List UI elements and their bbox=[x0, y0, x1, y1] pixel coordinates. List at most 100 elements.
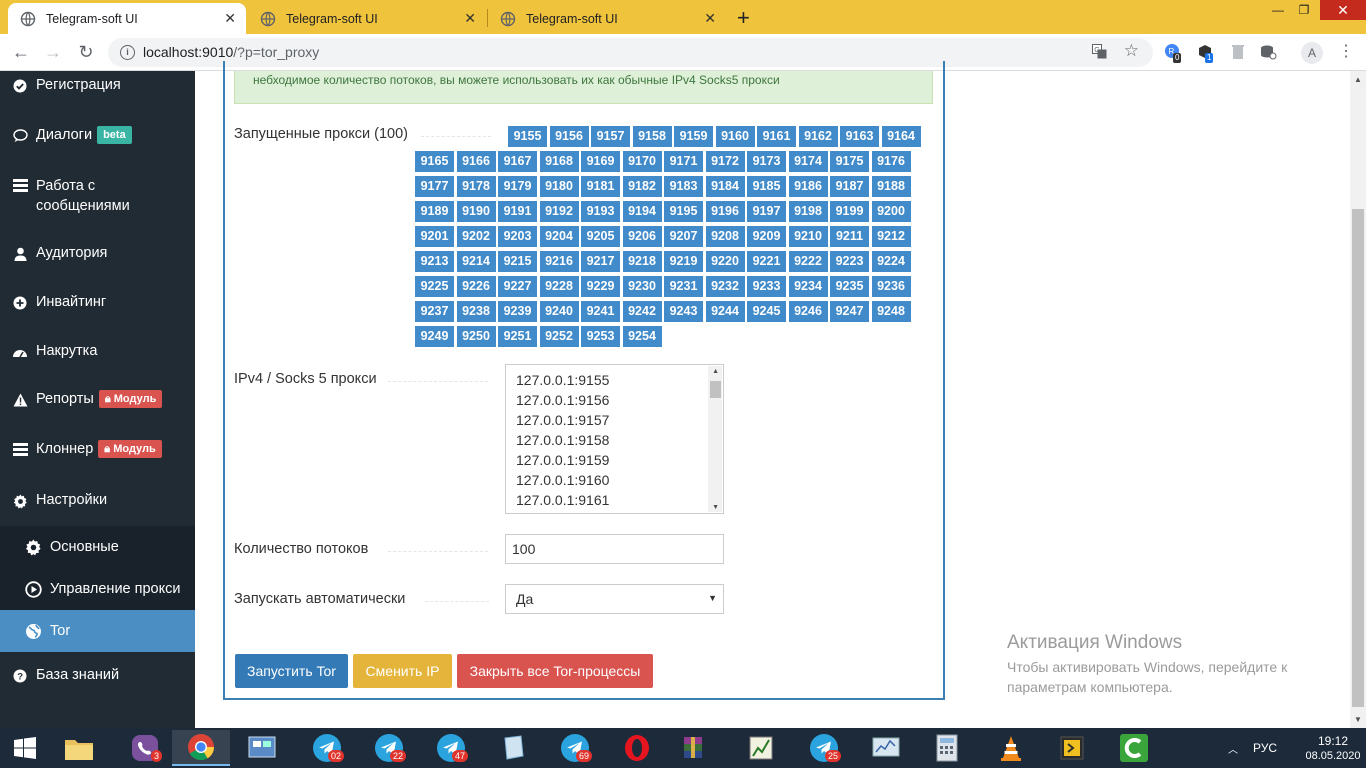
trash-extension-icon[interactable] bbox=[1229, 43, 1247, 61]
sidebar-subitem-proxy-management[interactable]: Управление прокси bbox=[0, 568, 195, 610]
port-button[interactable]: 9207 bbox=[664, 226, 703, 247]
list-item[interactable]: 127.0.0.1:9155 bbox=[516, 372, 609, 388]
winrar-taskbar-icon[interactable] bbox=[664, 730, 722, 766]
port-button[interactable]: 9167 bbox=[498, 151, 537, 172]
port-button[interactable]: 9251 bbox=[498, 326, 537, 347]
menu-dots-icon[interactable]: ⋮ bbox=[1338, 41, 1354, 63]
threads-input[interactable]: 100 bbox=[505, 534, 724, 564]
translate-icon[interactable]: G bbox=[1092, 44, 1107, 62]
port-button[interactable]: 9187 bbox=[830, 176, 869, 197]
port-button[interactable]: 9230 bbox=[622, 276, 662, 297]
port-button[interactable]: 9237 bbox=[415, 301, 454, 322]
port-button[interactable]: 9248 bbox=[871, 301, 911, 322]
database-extension-icon[interactable] bbox=[1259, 43, 1277, 61]
port-button[interactable]: 9155 bbox=[508, 126, 547, 147]
port-button[interactable]: 9173 bbox=[747, 151, 786, 172]
sidebar-item-settings[interactable]: Настройки bbox=[0, 492, 195, 509]
port-button[interactable]: 9244 bbox=[705, 301, 745, 322]
port-button[interactable]: 9159 bbox=[674, 126, 713, 147]
port-button[interactable]: 9215 bbox=[498, 251, 537, 272]
port-button[interactable]: 9188 bbox=[871, 176, 911, 197]
port-button[interactable]: 9243 bbox=[664, 301, 703, 322]
telegram-taskbar-icon[interactable]: 22 bbox=[360, 730, 418, 766]
sidebar-item-knowledge-base[interactable]: ? База знаний bbox=[0, 667, 195, 684]
chevron-up-icon[interactable]: ︿ bbox=[1228, 741, 1238, 756]
sidebar-subitem-tor[interactable]: Tor bbox=[0, 610, 195, 652]
port-button[interactable]: 9203 bbox=[498, 226, 537, 247]
telegram-taskbar-icon[interactable]: 02 bbox=[298, 730, 356, 766]
telegram-taskbar-icon[interactable]: 47 bbox=[422, 730, 480, 766]
port-button[interactable]: 9208 bbox=[705, 226, 745, 247]
socks-proxy-list[interactable]: 127.0.0.1:9155 127.0.0.1:9156 127.0.0.1:… bbox=[505, 364, 724, 514]
sidebar-item-audience[interactable]: Аудитория bbox=[0, 245, 195, 262]
port-button[interactable]: 9233 bbox=[747, 276, 786, 297]
port-button[interactable]: 9217 bbox=[581, 251, 620, 272]
port-button[interactable]: 9205 bbox=[581, 226, 620, 247]
port-button[interactable]: 9214 bbox=[456, 251, 496, 272]
port-button[interactable]: 9193 bbox=[581, 201, 620, 222]
port-button[interactable]: 9177 bbox=[415, 176, 454, 197]
vlc-taskbar-icon[interactable] bbox=[982, 730, 1040, 766]
sidebar-item-reports[interactable]: Репорты 🔒︎ Модуль bbox=[0, 390, 195, 408]
info-icon[interactable]: i bbox=[120, 45, 135, 60]
port-button[interactable]: 9186 bbox=[788, 176, 828, 197]
extension-icon[interactable]: R 0 bbox=[1164, 43, 1182, 63]
sidebar-item-registration[interactable]: Регистрация bbox=[0, 77, 195, 94]
port-button[interactable]: 9209 bbox=[747, 226, 786, 247]
start-button[interactable] bbox=[0, 730, 50, 766]
port-button[interactable]: 9185 bbox=[747, 176, 786, 197]
list-scroll-thumb[interactable] bbox=[710, 381, 721, 398]
port-button[interactable]: 9189 bbox=[415, 201, 454, 222]
port-button[interactable]: 9218 bbox=[622, 251, 662, 272]
list-item[interactable]: 127.0.0.1:9161 bbox=[516, 492, 609, 508]
change-ip-button[interactable]: Сменить IP bbox=[353, 654, 452, 688]
browser-tab-1[interactable]: Telegram-soft UI ✕ bbox=[8, 3, 246, 34]
sidebar-item-boost[interactable]: Накрутка bbox=[0, 343, 195, 360]
graph-editor-taskbar-icon[interactable] bbox=[732, 730, 790, 766]
port-button[interactable]: 9176 bbox=[871, 151, 911, 172]
port-button[interactable]: 9160 bbox=[715, 126, 755, 147]
port-button[interactable]: 9190 bbox=[456, 201, 496, 222]
start-tor-button[interactable]: Запустить Tor bbox=[235, 654, 348, 688]
port-button[interactable]: 9170 bbox=[622, 151, 662, 172]
network-monitor-taskbar-icon[interactable] bbox=[857, 730, 915, 766]
forward-button[interactable]: → bbox=[42, 41, 64, 63]
port-button[interactable]: 9210 bbox=[788, 226, 828, 247]
new-tab-button[interactable]: + bbox=[737, 5, 750, 31]
port-button[interactable]: 9171 bbox=[664, 151, 703, 172]
port-button[interactable]: 9249 bbox=[415, 326, 454, 347]
port-button[interactable]: 9181 bbox=[581, 176, 620, 197]
notepad-taskbar-icon[interactable] bbox=[484, 730, 542, 766]
page-scroll-thumb[interactable] bbox=[1352, 209, 1364, 707]
file-explorer-taskbar-icon[interactable] bbox=[50, 730, 108, 766]
port-button[interactable]: 9182 bbox=[622, 176, 662, 197]
script-taskbar-icon[interactable] bbox=[1043, 730, 1101, 766]
window-close-button[interactable]: ✕ bbox=[1320, 0, 1366, 20]
sidebar-subitem-general[interactable]: Основные bbox=[0, 526, 195, 568]
list-item[interactable]: 127.0.0.1:9156 bbox=[516, 392, 609, 408]
sidebar-item-cloner[interactable]: Клоннер 🔒︎ Модуль bbox=[0, 440, 195, 458]
port-button[interactable]: 9223 bbox=[830, 251, 869, 272]
port-button[interactable]: 9252 bbox=[539, 326, 579, 347]
port-button[interactable]: 9199 bbox=[830, 201, 869, 222]
port-button[interactable]: 9235 bbox=[830, 276, 869, 297]
port-button[interactable]: 9166 bbox=[456, 151, 496, 172]
port-button[interactable]: 9245 bbox=[747, 301, 786, 322]
port-button[interactable]: 9216 bbox=[539, 251, 579, 272]
port-button[interactable]: 9180 bbox=[539, 176, 579, 197]
port-button[interactable]: 9229 bbox=[581, 276, 620, 297]
port-button[interactable]: 9195 bbox=[664, 201, 703, 222]
profile-avatar[interactable]: A bbox=[1301, 42, 1323, 64]
port-button[interactable]: 9226 bbox=[456, 276, 496, 297]
port-button[interactable]: 9224 bbox=[871, 251, 911, 272]
port-button[interactable]: 9241 bbox=[581, 301, 620, 322]
port-button[interactable]: 9178 bbox=[456, 176, 496, 197]
port-button[interactable]: 9179 bbox=[498, 176, 537, 197]
port-button[interactable]: 9194 bbox=[622, 201, 662, 222]
opera-taskbar-icon[interactable] bbox=[608, 730, 666, 766]
port-button[interactable]: 9156 bbox=[549, 126, 589, 147]
port-button[interactable]: 9250 bbox=[456, 326, 496, 347]
port-button[interactable]: 9183 bbox=[664, 176, 703, 197]
port-button[interactable]: 9204 bbox=[539, 226, 579, 247]
port-button[interactable]: 9196 bbox=[705, 201, 745, 222]
